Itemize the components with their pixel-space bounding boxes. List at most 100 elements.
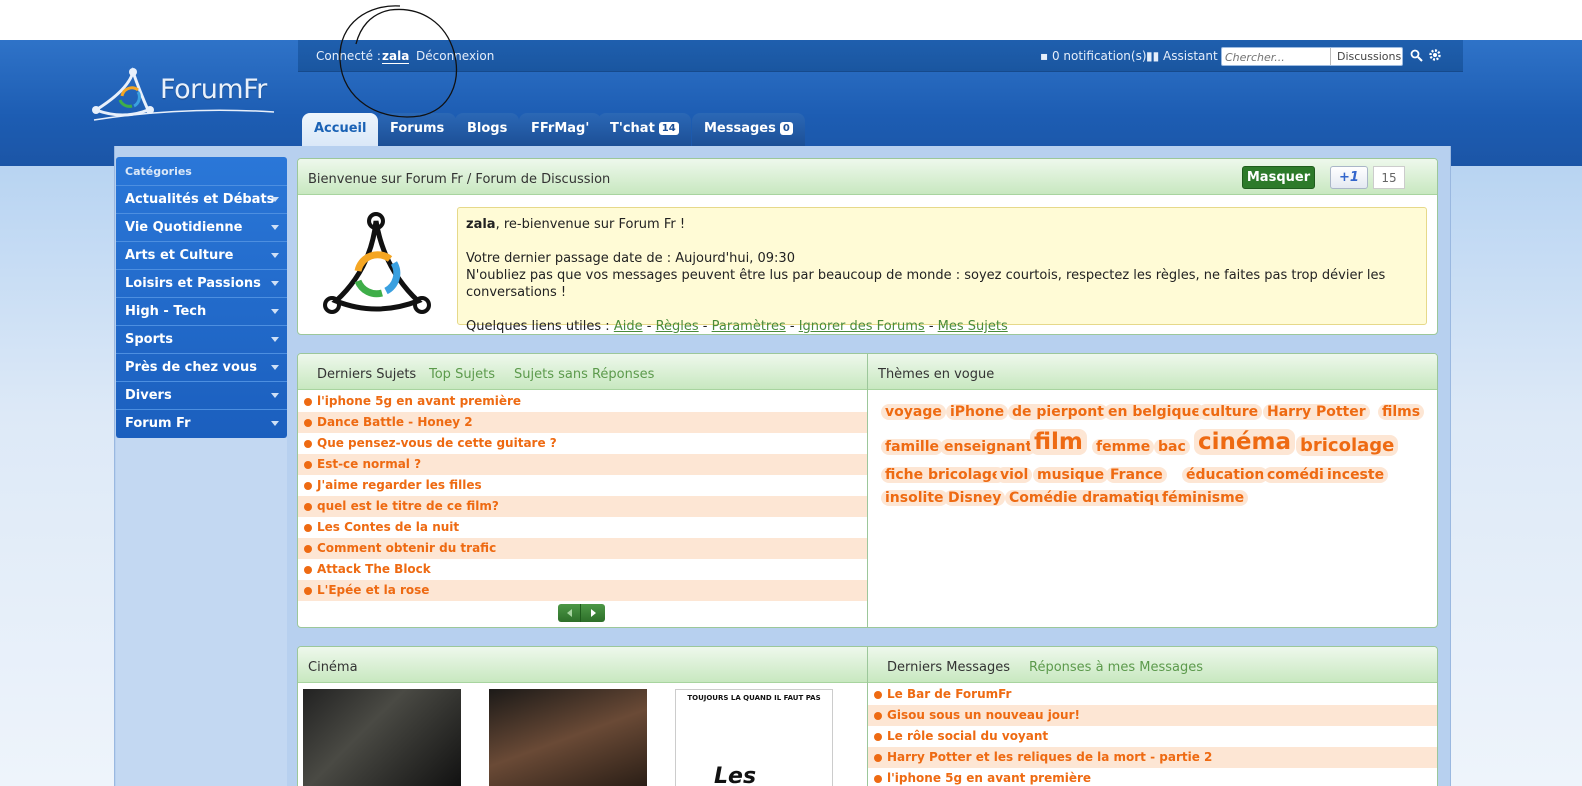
prev-page-button[interactable] [558, 604, 581, 622]
tag[interactable]: insolite [881, 490, 948, 506]
tag[interactable]: femme [1092, 439, 1155, 455]
list-item[interactable]: Le Bar de ForumFr [868, 684, 1437, 705]
tag[interactable]: films [1378, 404, 1425, 420]
chevron-down-icon [271, 225, 279, 230]
tag[interactable]: inceste [1323, 467, 1389, 483]
themes-title: Thèmes en vogue [878, 367, 995, 382]
tag[interactable]: famille [881, 439, 944, 455]
messages-count-badge: 0 [779, 122, 793, 135]
tab-tchat[interactable]: T'chat 14 [598, 113, 691, 146]
tag[interactable]: culture [1198, 404, 1263, 420]
categories-sidebar: Catégories Actualités et Débats Vie Quot… [116, 157, 287, 438]
tag[interactable]: voyage [881, 404, 946, 420]
logout-link[interactable]: Déconnexion [416, 49, 494, 63]
tab-sujets-sans-reponses[interactable]: Sujets sans Réponses [514, 367, 654, 382]
list-item[interactable]: Dance Battle - Honey 2 [298, 412, 867, 433]
list-item[interactable]: Est-ce normal ? [298, 454, 867, 475]
tag[interactable]: fiche bricolage [881, 467, 1006, 483]
tag[interactable]: Harry Potter [1263, 404, 1370, 420]
connected-label: Connecté : [316, 49, 381, 63]
sidebar-item-actualites[interactable]: Actualités et Débats [116, 185, 287, 212]
list-item[interactable]: Gisou sous un nouveau jour! [868, 705, 1437, 726]
tab-reponses-messages[interactable]: Réponses à mes Messages [1029, 660, 1203, 675]
chevron-down-icon [271, 281, 279, 286]
link-aide[interactable]: Aide [614, 319, 643, 334]
logo-wordmark[interactable]: ForumFr [160, 74, 267, 105]
list-item[interactable]: Le rôle social du voyant [868, 726, 1437, 747]
google-plus-one-button[interactable]: +1 [1330, 166, 1368, 189]
last-visit-text: Votre dernier passage date de : Aujourd'… [466, 251, 795, 266]
bullet-icon [304, 482, 312, 490]
sidebar-item-arts-culture[interactable]: Arts et Culture [116, 241, 287, 268]
tag[interactable]: féminisme [1158, 490, 1249, 506]
list-item[interactable]: Comment obtenir du trafic [298, 538, 867, 559]
welcome-title: Bienvenue sur Forum Fr / Forum de Discus… [308, 172, 611, 187]
tag[interactable]: France [1106, 467, 1167, 483]
tag[interactable]: en belgique [1104, 404, 1205, 420]
list-item[interactable]: Que pensez-vous de cette guitare ? [298, 433, 867, 454]
bullet-icon [874, 712, 882, 720]
sidebar-item-divers[interactable]: Divers [116, 381, 287, 408]
tag[interactable]: Comédie dramatique [1005, 490, 1178, 506]
plus-one-count: 15 [1373, 166, 1405, 189]
chevron-down-icon [271, 197, 279, 202]
tag[interactable]: de pierpont [1008, 404, 1108, 420]
hide-button[interactable]: Masquer [1242, 166, 1315, 189]
tag[interactable]: bac [1154, 439, 1190, 455]
list-item[interactable]: Attack The Block [298, 559, 867, 580]
tag[interactable]: Disney [944, 490, 1006, 506]
tag[interactable]: viol [996, 467, 1033, 483]
link-parametres[interactable]: Paramètres [712, 319, 786, 334]
chevron-down-icon [271, 253, 279, 258]
assistant-link[interactable]: ▮▮ Assistant [1146, 49, 1218, 63]
bullet-icon [304, 566, 312, 574]
list-item[interactable]: quel est le titre de ce film? [298, 496, 867, 517]
list-item[interactable]: Les Contes de la nuit [298, 517, 867, 538]
tab-top-sujets[interactable]: Top Sujets [429, 367, 495, 382]
sidebar-item-vie-quotidienne[interactable]: Vie Quotidienne [116, 213, 287, 240]
movie-poster[interactable] [303, 689, 461, 786]
movie-poster[interactable]: TOUJOURS LA QUAND IL FAUT PAS Les [675, 689, 833, 786]
movie-poster[interactable] [489, 689, 647, 786]
tag[interactable]: enseignant [940, 439, 1037, 455]
link-ignorer-forums[interactable]: Ignorer des Forums [799, 319, 925, 334]
tab-forums[interactable]: Forums [378, 113, 457, 146]
search-input[interactable] [1225, 50, 1327, 64]
list-item[interactable]: Harry Potter et les reliques de la mort … [868, 747, 1437, 768]
gear-icon[interactable] [1428, 48, 1442, 62]
chevron-down-icon [271, 421, 279, 426]
sidebar-item-loisirs[interactable]: Loisirs et Passions [116, 269, 287, 296]
list-item[interactable]: l'iphone 5g en avant première [298, 391, 867, 412]
link-regles[interactable]: Règles [656, 319, 699, 334]
notifications-link[interactable]: ▪ 0 notification(s) [1040, 49, 1147, 63]
tag[interactable]: iPhone [946, 404, 1009, 420]
tag[interactable]: bricolage [1296, 435, 1399, 456]
bullet-icon [874, 733, 882, 741]
username-link[interactable]: zala [382, 49, 410, 64]
sidebar-item-pres-de-chez-vous[interactable]: Près de chez vous [116, 353, 287, 380]
sidebar-item-forum-fr[interactable]: Forum Fr [116, 409, 287, 436]
sidebar-item-sports[interactable]: Sports [116, 325, 287, 352]
search-icon[interactable] [1410, 49, 1423, 62]
tab-accueil[interactable]: Accueil [302, 113, 379, 146]
tab-ffrmag[interactable]: FFrMag' [519, 113, 602, 146]
next-page-button[interactable] [582, 604, 605, 622]
tag[interactable]: cinéma [1194, 429, 1295, 455]
list-item[interactable]: l'iphone 5g en avant première [868, 768, 1437, 786]
chevron-down-icon [271, 365, 279, 370]
tab-derniers-sujets[interactable]: Derniers Sujets [317, 367, 416, 382]
cinema-title: Cinéma [308, 660, 358, 675]
bullet-icon [874, 691, 882, 699]
tag[interactable]: éducation [1182, 467, 1269, 483]
tab-messages[interactable]: Messages 0 [692, 113, 805, 146]
link-mes-sujets[interactable]: Mes Sujets [938, 319, 1008, 334]
tag[interactable]: film [1030, 429, 1087, 455]
tab-blogs[interactable]: Blogs [455, 113, 520, 146]
bullet-icon [304, 524, 312, 532]
search-scope-select[interactable]: Discussions [1330, 48, 1404, 65]
list-item[interactable]: L'Epée et la rose [298, 580, 867, 601]
list-item[interactable]: J'aime regarder les filles [298, 475, 867, 496]
sidebar-item-high-tech[interactable]: High - Tech [116, 297, 287, 324]
tag[interactable]: musique [1033, 467, 1109, 483]
tab-derniers-messages[interactable]: Derniers Messages [887, 660, 1010, 675]
